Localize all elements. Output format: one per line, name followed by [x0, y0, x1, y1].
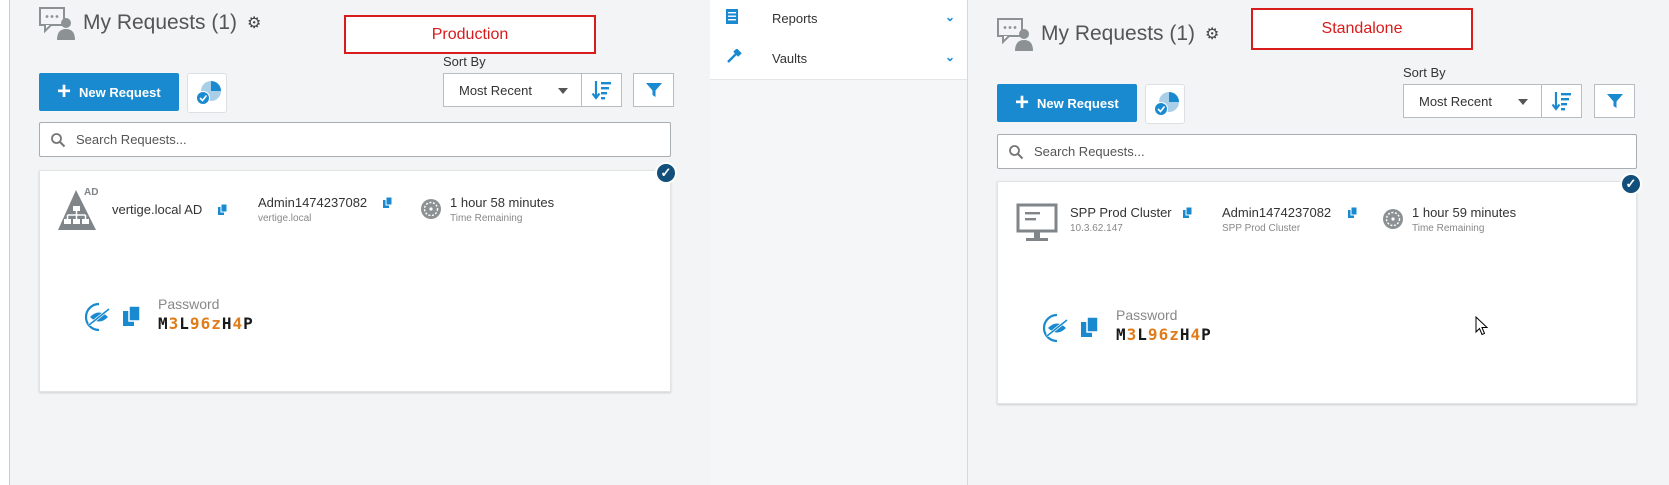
sort-list-icon [591, 81, 611, 100]
selected-check-icon[interactable]: ✓ [1620, 173, 1642, 195]
filter-button[interactable] [1594, 84, 1635, 118]
reveal-password-icon[interactable] [1042, 313, 1072, 343]
page-header: My Requests (1) ⚙ [39, 6, 261, 40]
chevron-down-icon[interactable]: ⌄ [945, 50, 955, 64]
search-icon [40, 132, 76, 148]
copy-asset-icon[interactable] [218, 203, 228, 216]
timer-icon [420, 198, 442, 220]
filter-icon [645, 83, 662, 97]
password-value: M3L96zH4P [158, 314, 254, 333]
copy-asset-icon[interactable] [1183, 206, 1193, 219]
new-request-label: New Request [1037, 95, 1119, 111]
account-subtitle: SPP Prod Cluster [1222, 223, 1301, 234]
time-remaining: 1 hour 59 minutes [1412, 205, 1517, 220]
chart-toggle-button[interactable] [187, 73, 227, 113]
copy-account-icon[interactable] [383, 196, 393, 209]
chevron-down-icon[interactable]: ⌄ [945, 10, 955, 24]
search-box[interactable] [997, 134, 1637, 169]
environment-label: Standalone [1251, 8, 1473, 50]
filter-button[interactable] [633, 73, 674, 107]
plus-icon: + [57, 78, 72, 105]
active-directory-icon: AD [56, 187, 100, 232]
account-subtitle: vertige.local [258, 213, 312, 224]
reveal-password-icon[interactable] [84, 302, 114, 332]
new-request-button[interactable]: + New Request [997, 84, 1137, 122]
request-card[interactable]: ✓ AD vertige.local AD Admin1474237082 ve… [39, 162, 677, 392]
search-input[interactable] [1034, 144, 1609, 159]
vault-icon [726, 47, 744, 68]
monitor-icon [1016, 203, 1058, 243]
nav-item-reports[interactable]: Reports ⌄ [710, 0, 967, 36]
requests-icon [39, 6, 75, 40]
sort-select[interactable]: Most Recent [443, 73, 583, 107]
timer-icon [1382, 208, 1404, 230]
new-request-button[interactable]: + New Request [39, 73, 179, 111]
password-label: Password [158, 296, 220, 312]
page-title: My Requests (1) [1041, 22, 1196, 45]
sort-by-label: Sort By [1403, 65, 1446, 80]
pie-chart-icon [1154, 92, 1179, 116]
password-value: M3L96zH4P [1116, 325, 1212, 344]
settings-gear-icon[interactable]: ⚙ [247, 13, 261, 33]
selected-check-icon[interactable]: ✓ [655, 162, 677, 184]
sort-select[interactable]: Most Recent [1403, 84, 1543, 118]
production-panel: My Requests (1) ⚙ Production + New Reque… [0, 0, 716, 485]
standalone-panel: My Requests (1) ⚙ Standalone + New Reque… [967, 0, 1669, 485]
sort-value: Most Recent [459, 82, 532, 98]
sort-order-button[interactable] [581, 73, 622, 107]
asset-subtitle: 10.3.62.147 [1070, 223, 1123, 234]
chart-toggle-button[interactable] [1145, 84, 1185, 124]
nav-item-label: Reports [772, 10, 818, 26]
request-card[interactable]: ✓ SPP Prod Cluster 10.3.62.147 Admin1474… [997, 173, 1642, 404]
time-remaining: 1 hour 58 minutes [450, 195, 555, 210]
filter-icon [1606, 94, 1623, 108]
time-remaining-label: Time Remaining [1412, 223, 1485, 234]
chevron-down-icon [558, 88, 568, 94]
copy-password-icon[interactable] [1080, 315, 1100, 339]
asset-name: SPP Prod Cluster [1070, 205, 1172, 220]
navigation-panel: Reports ⌄ Vaults ⌄ [710, 0, 967, 485]
plus-icon: + [1015, 89, 1030, 116]
asset-name: vertige.local AD [112, 202, 203, 217]
page-header: My Requests (1) ⚙ [997, 17, 1219, 51]
search-input[interactable] [76, 132, 643, 147]
nav-item-label: Vaults [772, 50, 808, 66]
sort-order-button[interactable] [1541, 84, 1582, 118]
copy-password-icon[interactable] [122, 304, 142, 328]
sort-list-icon [1551, 92, 1571, 111]
copy-account-icon[interactable] [1348, 206, 1358, 219]
search-icon [998, 144, 1034, 160]
account-name: Admin1474237082 [258, 195, 368, 210]
time-remaining-label: Time Remaining [450, 213, 523, 224]
page-title: My Requests (1) [83, 11, 238, 34]
new-request-label: New Request [79, 84, 161, 100]
chevron-down-icon [1518, 99, 1528, 105]
password-label: Password [1116, 307, 1178, 323]
asset-badge: AD [84, 187, 99, 198]
environment-label: Production [344, 15, 596, 54]
sort-value: Most Recent [1419, 93, 1492, 109]
report-icon [726, 9, 744, 27]
account-name: Admin1474237082 [1222, 205, 1332, 220]
settings-gear-icon[interactable]: ⚙ [1205, 24, 1219, 44]
nav-item-vaults[interactable]: Vaults ⌄ [710, 36, 967, 80]
sort-by-label: Sort By [443, 54, 486, 69]
mouse-cursor-icon [1475, 315, 1489, 339]
requests-icon [997, 17, 1033, 51]
nav-menu: Reports ⌄ Vaults ⌄ [710, 0, 967, 80]
search-box[interactable] [39, 122, 671, 157]
pie-chart-icon [196, 81, 221, 105]
